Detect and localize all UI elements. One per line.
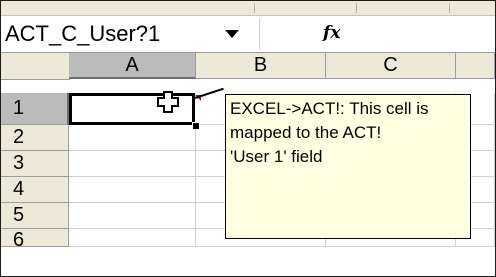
- select-all-corner[interactable]: [1, 53, 70, 80]
- comment-line-3: 'User 1' field: [230, 147, 323, 166]
- row-header-3[interactable]: 3: [1, 151, 69, 177]
- row-header-4[interactable]: 4: [1, 177, 69, 203]
- cell-a3[interactable]: [69, 151, 196, 177]
- cell-a4[interactable]: [69, 177, 196, 203]
- comment-line-1: EXCEL->ACT!: This cell is: [230, 99, 429, 118]
- insert-function-icon[interactable]: fx: [323, 23, 340, 43]
- column-header-a[interactable]: A: [69, 53, 196, 79]
- cell-a6[interactable]: [69, 229, 196, 247]
- name-box-divider: [259, 18, 260, 50]
- worksheet-grid: A B C 1 2 3 4 5 6 EXCEL->ACT!: This cell…: [1, 53, 495, 276]
- row-header-6[interactable]: 6: [1, 229, 69, 247]
- row-header-5[interactable]: 5: [1, 203, 69, 229]
- toolbar-separator: [356, 3, 357, 13]
- name-box[interactable]: ACT_C_User?1: [1, 16, 251, 52]
- dropdown-arrow-icon[interactable]: [225, 30, 239, 38]
- row-header-1[interactable]: 1: [1, 93, 69, 125]
- column-header-c[interactable]: C: [326, 53, 456, 79]
- formula-input[interactable]: [357, 20, 493, 48]
- cell-a2[interactable]: [69, 125, 196, 151]
- cell-comment: EXCEL->ACT!: This cell is mapped to the …: [225, 94, 471, 239]
- column-header-b[interactable]: B: [196, 53, 326, 79]
- toolbar-separator: [449, 3, 450, 13]
- spreadsheet-window: ACT_C_User?1 fx A B C 1 2 3 4 5 6 EXCEL-…: [0, 0, 496, 277]
- formula-bar: ACT_C_User?1 fx: [1, 16, 495, 53]
- cell-select-cursor-icon: [157, 91, 179, 113]
- toolbar-strip: [1, 1, 495, 16]
- column-header-d[interactable]: [456, 53, 495, 79]
- fill-handle[interactable]: [192, 122, 200, 130]
- comment-line-2: mapped to the ACT!: [230, 123, 382, 142]
- toolbar-separator: [254, 3, 255, 13]
- row-header-2[interactable]: 2: [1, 125, 69, 151]
- cell-a5[interactable]: [69, 203, 196, 229]
- name-box-value: ACT_C_User?1: [5, 21, 161, 46]
